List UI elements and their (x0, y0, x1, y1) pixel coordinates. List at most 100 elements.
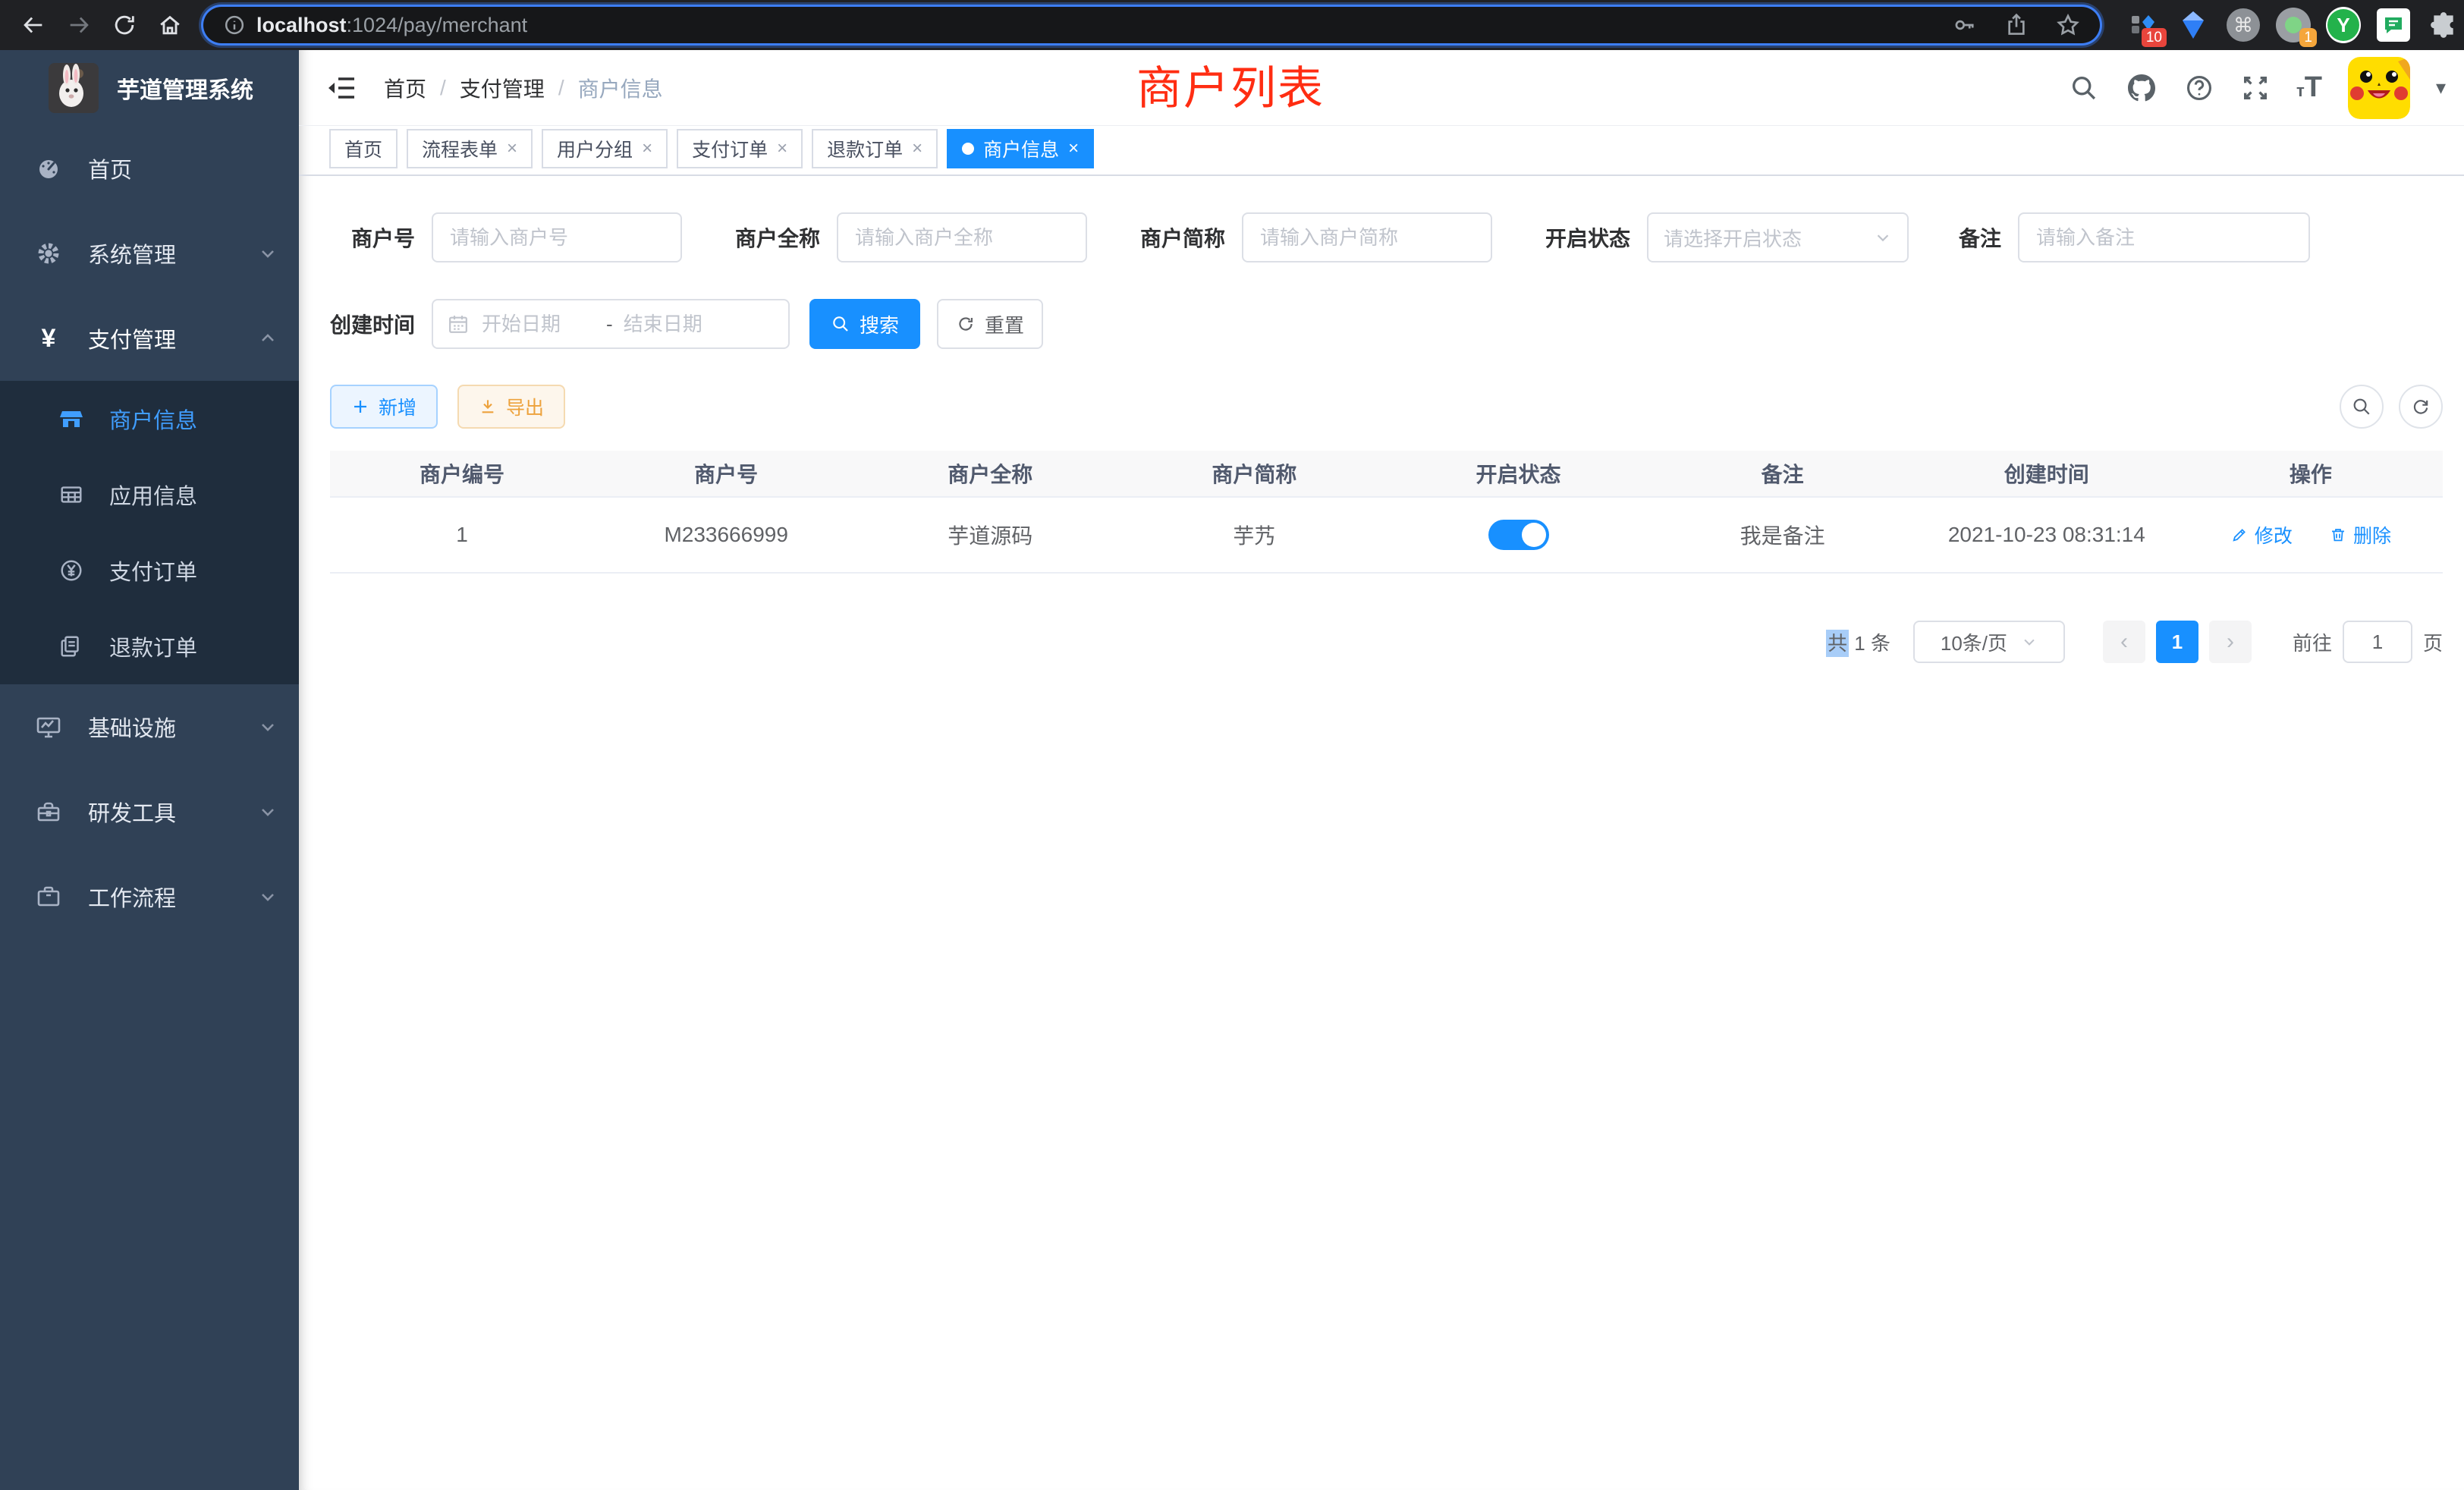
extensions-puzzle-icon[interactable] (2426, 8, 2461, 42)
export-button[interactable]: 导出 (457, 385, 565, 429)
refresh-table-button[interactable] (2399, 385, 2443, 429)
chevron-down-icon (258, 244, 278, 263)
close-icon[interactable]: × (777, 138, 787, 159)
user-avatar[interactable] (2348, 57, 2410, 119)
app-logo[interactable]: 芋道管理系统 (0, 50, 299, 126)
tab-refund-order[interactable]: 退款订单× (812, 129, 938, 168)
close-icon[interactable]: × (912, 138, 922, 159)
status-label: 开启状态 (1541, 222, 1630, 253)
monitor-icon (33, 713, 64, 740)
sidebar-item-infrastructure[interactable]: 基础设施 (0, 684, 299, 769)
extension-badge: 10 (2142, 28, 2167, 47)
cell-merchant-id: 1 (330, 523, 594, 547)
add-button[interactable]: 新增 (330, 385, 438, 429)
create-time-range-picker[interactable]: - (432, 299, 790, 349)
sidebar-item-app-info[interactable]: 应用信息 (0, 457, 299, 533)
share-icon[interactable] (2004, 13, 2029, 37)
merchant-no-input[interactable] (432, 212, 682, 262)
extension-chat-icon[interactable] (2376, 8, 2411, 42)
breadcrumb-payment[interactable]: 支付管理 (460, 73, 545, 103)
delete-link[interactable]: 删除 (2329, 521, 2391, 549)
extension-badge: 1 (2299, 28, 2317, 47)
close-icon[interactable]: × (1068, 138, 1079, 159)
header-search-icon[interactable] (2069, 73, 2099, 103)
browser-home-icon[interactable] (150, 5, 190, 45)
yen-icon: ¥ (33, 324, 64, 354)
prev-page-button[interactable]: ‹ (2103, 621, 2145, 663)
page-size-select[interactable]: 10条/页 (1913, 621, 2065, 663)
show-search-toggle-button[interactable] (2340, 385, 2384, 429)
extension-recorder-icon[interactable]: 1 (2276, 8, 2311, 42)
breadcrumb-home[interactable]: 首页 (384, 73, 426, 103)
extension-blue-diamond-icon[interactable]: 10 (2126, 8, 2161, 42)
fullscreen-icon[interactable] (2240, 73, 2271, 103)
github-icon[interactable] (2125, 71, 2158, 105)
goto-page-input[interactable] (2343, 621, 2412, 663)
tab-merchant-info[interactable]: 商户信息× (947, 129, 1094, 168)
next-page-button[interactable]: › (2209, 621, 2252, 663)
sidebar-item-dev-tools[interactable]: 研发工具 (0, 769, 299, 854)
close-icon[interactable]: × (642, 138, 652, 159)
edit-link[interactable]: 修改 (2230, 521, 2293, 549)
sidebar-item-payment[interactable]: ¥ 支付管理 (0, 296, 299, 381)
page-1-button[interactable]: 1 (2156, 621, 2198, 663)
browser-reload-icon[interactable] (105, 5, 144, 45)
chevron-down-icon (2021, 633, 2038, 650)
end-date-input[interactable] (624, 313, 737, 336)
sidebar-item-label: 支付管理 (88, 322, 176, 354)
sidebar-item-refund-order[interactable]: 退款订单 (0, 608, 299, 684)
total-text: 共 1 条 (1826, 628, 1890, 656)
status-toggle-on[interactable] (1488, 520, 1549, 550)
font-size-icon[interactable]: тT (2296, 74, 2322, 100)
sidebar-fold-icon[interactable] (326, 72, 358, 104)
tab-user-group[interactable]: 用户分组× (542, 129, 668, 168)
browser-forward-icon[interactable] (59, 5, 99, 45)
plus-icon (351, 398, 369, 416)
start-date-input[interactable] (482, 313, 596, 336)
tab-home[interactable]: 首页 (329, 129, 398, 168)
avatar-caret-down-icon[interactable]: ▾ (2436, 76, 2446, 99)
sidebar-item-system[interactable]: 系统管理 (0, 211, 299, 296)
refresh-icon (956, 314, 976, 334)
store-icon (55, 405, 88, 432)
sidebar-item-pay-order[interactable]: 支付订单 (0, 533, 299, 608)
column-header: 商户全称 (858, 458, 1122, 489)
grid-icon (55, 482, 88, 508)
extension-gem-icon[interactable] (2176, 8, 2211, 42)
site-info-icon[interactable] (223, 14, 246, 36)
extension-command-icon[interactable]: ⌘ (2226, 8, 2261, 42)
short-name-input[interactable] (1242, 212, 1492, 262)
gear-icon (33, 240, 64, 267)
goto-label: 前往 (2293, 628, 2332, 656)
remark-label: 备注 (1957, 222, 2001, 253)
date-separator: - (606, 313, 613, 336)
sidebar: 芋道管理系统 首页 系统管理 ¥ 支付管理 商户信息 (0, 50, 299, 1490)
tab-pay-order[interactable]: 支付订单× (677, 129, 803, 168)
remark-input[interactable] (2018, 212, 2310, 262)
status-select[interactable]: 请选择开启状态 (1647, 212, 1909, 262)
calendar-icon (447, 313, 470, 335)
close-icon[interactable]: × (507, 138, 517, 159)
bookmark-star-icon[interactable] (2056, 13, 2080, 37)
payment-submenu: 商户信息 应用信息 支付订单 退款订单 (0, 381, 299, 684)
tab-process-form[interactable]: 流程表单× (407, 129, 533, 168)
full-name-input[interactable] (837, 212, 1087, 262)
sidebar-item-merchant-info[interactable]: 商户信息 (0, 381, 299, 457)
column-header: 开启状态 (1387, 458, 1651, 489)
search-button[interactable]: 搜索 (809, 299, 920, 349)
url-bar[interactable]: localhost:1024/pay/merchant (203, 7, 2100, 43)
browser-back-icon[interactable] (14, 5, 53, 45)
sidebar-item-workflow[interactable]: 工作流程 (0, 854, 299, 939)
help-icon[interactable] (2184, 73, 2214, 103)
column-header: 商户号 (594, 458, 858, 489)
reset-button[interactable]: 重置 (937, 299, 1043, 349)
filter-row-1: 商户号 商户全称 商户简称 开启状态 请选择开启状态 (330, 212, 2443, 262)
document-copy-icon (55, 633, 88, 659)
sidebar-item-home[interactable]: 首页 (0, 126, 299, 211)
download-icon (479, 398, 497, 416)
password-key-icon[interactable] (1953, 13, 1977, 37)
create-time-label: 创建时间 (330, 309, 415, 339)
yen-circle-icon (55, 558, 88, 583)
extension-y-icon[interactable]: Y (2326, 8, 2361, 42)
chevron-down-icon (1874, 228, 1892, 247)
